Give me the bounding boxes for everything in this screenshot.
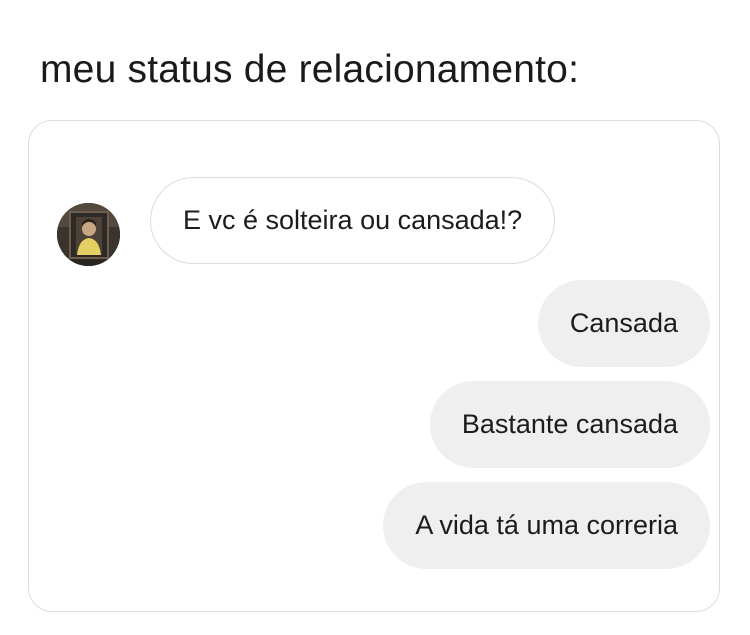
message-text: Cansada [569,308,678,338]
profile-photo-icon [57,203,120,266]
message-text: A vida tá uma correria [415,510,678,540]
outgoing-message: A vida tá uma correria [383,482,710,569]
contact-avatar[interactable] [57,203,120,266]
message-text: Bastante cansada [461,409,678,439]
outgoing-message: Bastante cansada [429,381,710,468]
message-text: E vc é solteira ou cansada!? [183,205,523,235]
meme-caption: meu status de relacionamento: [40,48,580,91]
outgoing-message: Cansada [537,280,710,367]
incoming-message: E vc é solteira ou cansada!? [150,177,556,264]
